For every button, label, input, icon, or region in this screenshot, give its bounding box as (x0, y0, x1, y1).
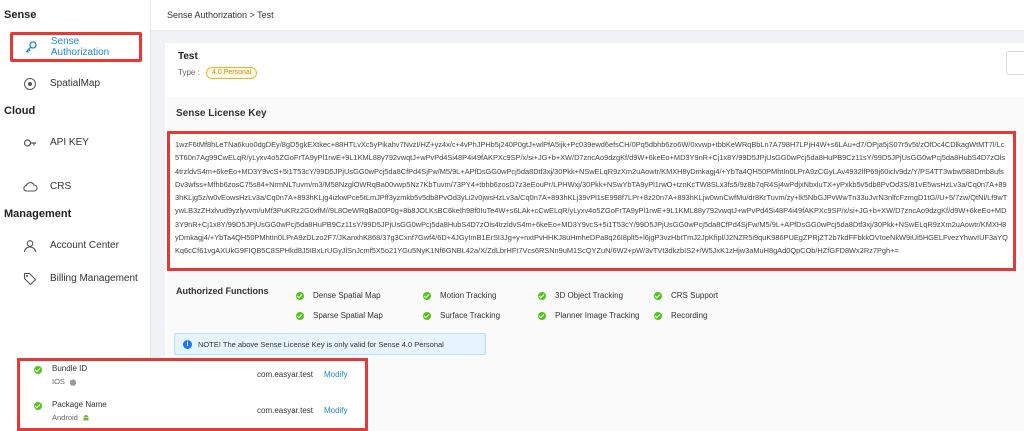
id-platform: Android (52, 413, 90, 422)
id-name: Package Name (52, 400, 107, 409)
user-icon (22, 238, 38, 254)
function-item: Recording (654, 311, 707, 320)
sidebar-item-label: Billing Management (50, 273, 138, 284)
api-key-icon (22, 135, 38, 151)
function-item: Dense Spatial Map (296, 291, 381, 300)
check-icon (538, 311, 546, 320)
modify-package-name-link[interactable]: Modify (324, 406, 348, 415)
license-key-text[interactable]: 1wzF6tMf8hLeTNa6kuo0dgDEy/8gD5gkEXtkec+8… (167, 131, 1016, 271)
license-type: Type : 4.0 Personal (178, 67, 258, 79)
check-icon (34, 402, 42, 410)
check-icon (34, 366, 42, 374)
function-item: CRS Support (654, 291, 718, 300)
breadcrumb: Sense Authorization > Test (151, 0, 1024, 31)
check-icon (423, 291, 431, 300)
function-item: Surface Tracking (423, 311, 500, 320)
sidebar-item-label: API KEY (50, 137, 89, 148)
function-item: Sparse Spatial Map (296, 311, 383, 320)
apple-icon (69, 377, 77, 386)
tag-icon (22, 271, 38, 287)
id-value: com.easyar.test (257, 406, 314, 415)
section-title: Sense License Key (176, 108, 267, 119)
sidebar-item-crs[interactable]: CRS (0, 170, 150, 203)
sidebar-item-label: SpatialMap (50, 78, 101, 89)
id-name: Bundle ID (52, 364, 88, 373)
sidebar-item-label: Account Center (50, 240, 119, 251)
id-platform: IOS (52, 377, 77, 386)
page-title: Test (178, 51, 198, 62)
check-icon (296, 311, 304, 320)
check-icon (654, 311, 662, 320)
package-name-row: Package Name Android com.easyar.test Mod… (20, 397, 365, 427)
id-value: com.easyar.test (257, 370, 314, 379)
sidebar-item-account-center[interactable]: Account Center (0, 229, 150, 262)
sidebar-section-management: Management (4, 208, 72, 220)
check-icon (538, 291, 546, 300)
license-note: i NOTE! The above Sense License Key is o… (174, 333, 486, 355)
check-icon (296, 291, 304, 300)
function-item: 3D Object Tracking (538, 291, 623, 300)
spatial-map-icon (22, 76, 38, 92)
function-item: Planner Image Tracking (538, 311, 640, 320)
sidebar-item-api-key[interactable]: API KEY (0, 126, 150, 159)
sidebar-section-sense: Sense (4, 9, 37, 21)
check-icon (654, 291, 662, 300)
android-icon (82, 414, 90, 422)
cloud-icon (22, 179, 38, 195)
modify-bundle-id-link[interactable]: Modify (324, 370, 348, 379)
type-label: Type : (178, 68, 200, 78)
type-badge: 4.0 Personal (206, 67, 258, 79)
sidebar-item-spatialmap[interactable]: SpatialMap (0, 67, 150, 100)
app-ids-box: Bundle ID IOS com.easyar.test Modify Pac… (17, 358, 368, 431)
sidebar-item-billing-management[interactable]: Billing Management (0, 262, 150, 295)
key-icon (23, 39, 39, 55)
sidebar-section-cloud: Cloud (4, 105, 36, 117)
check-icon (423, 311, 431, 320)
function-item: Motion Tracking (423, 291, 496, 300)
info-icon: i (183, 339, 192, 349)
authorized-functions-label: Authorized Functions (176, 286, 269, 296)
bundle-id-row: Bundle ID IOS com.easyar.test Modify (20, 361, 365, 391)
sidebar-item-label: CRS (50, 181, 72, 192)
sidebar-item-sense-authorization[interactable]: Sense Authorization (10, 32, 142, 62)
sidebar-item-label: Sense Authorization (50, 36, 110, 58)
action-button[interactable] (1006, 51, 1024, 75)
